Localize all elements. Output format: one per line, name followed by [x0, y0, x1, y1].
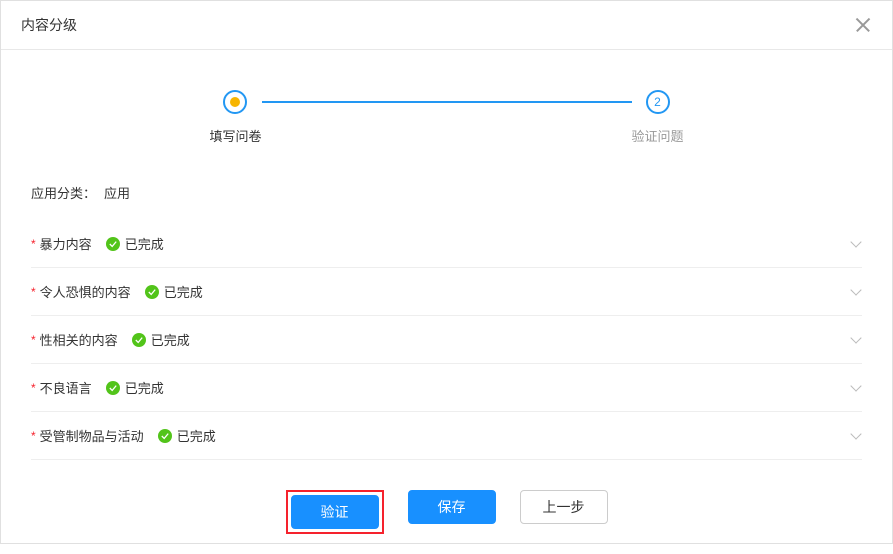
accordion-item-sexual[interactable]: * 性相关的内容 已完成 — [31, 316, 862, 364]
status-text: 已完成 — [125, 234, 164, 253]
chevron-down-icon — [850, 238, 862, 250]
step-1-circle — [223, 90, 247, 114]
status-badge: 已完成 — [106, 234, 164, 253]
footer: 验证 保存 上一步 — [1, 460, 892, 554]
save-button[interactable]: 保存 — [408, 490, 496, 524]
category-label: 应用分类： — [31, 186, 96, 201]
status-badge: 已完成 — [158, 426, 216, 445]
step-2-circle: 2 — [646, 90, 670, 114]
back-button[interactable]: 上一步 — [520, 490, 608, 524]
check-icon — [106, 381, 120, 395]
status-text: 已完成 — [125, 378, 164, 397]
chevron-down-icon — [850, 430, 862, 442]
check-icon — [145, 285, 159, 299]
close-icon[interactable] — [854, 16, 872, 34]
category-row: 应用分类： 应用 — [31, 175, 862, 220]
chevron-down-icon — [850, 334, 862, 346]
accordion-item-language[interactable]: * 不良语言 已完成 — [31, 364, 862, 412]
step-2-label: 验证问题 — [632, 126, 684, 145]
status-text: 已完成 — [164, 282, 203, 301]
chevron-down-icon — [850, 382, 862, 394]
required-star: * — [31, 333, 36, 347]
accordion-item-controlled[interactable]: * 受管制物品与活动 已完成 — [31, 412, 862, 460]
accordion-item-scary[interactable]: * 令人恐惧的内容 已完成 — [31, 268, 862, 316]
chevron-down-icon — [850, 286, 862, 298]
status-badge: 已完成 — [106, 378, 164, 397]
required-star: * — [31, 381, 36, 395]
verify-button[interactable]: 验证 — [291, 495, 379, 529]
stepper: 填写问卷 2 验证问题 — [1, 50, 892, 175]
step-1: 填写问卷 — [209, 90, 261, 145]
dialog-header: 内容分级 — [1, 1, 892, 50]
dialog-title: 内容分级 — [21, 15, 77, 35]
accordion-item-violence[interactable]: * 暴力内容 已完成 — [31, 220, 862, 268]
item-title: 不良语言 — [40, 378, 92, 397]
item-title: 令人恐惧的内容 — [40, 282, 131, 301]
check-icon — [158, 429, 172, 443]
step-1-label: 填写问卷 — [209, 126, 261, 145]
item-title: 受管制物品与活动 — [40, 426, 144, 445]
status-badge: 已完成 — [132, 330, 190, 349]
step-connector — [262, 101, 632, 103]
required-star: * — [31, 237, 36, 251]
status-text: 已完成 — [151, 330, 190, 349]
status-text: 已完成 — [177, 426, 216, 445]
step-2: 2 验证问题 — [632, 90, 684, 145]
status-badge: 已完成 — [145, 282, 203, 301]
required-star: * — [31, 429, 36, 443]
content-area: 应用分类： 应用 * 暴力内容 已完成 * 令人恐惧的内容 已完成 * 性相关的内… — [1, 175, 892, 460]
item-title: 暴力内容 — [40, 234, 92, 253]
item-title: 性相关的内容 — [40, 330, 118, 349]
highlight-box: 验证 — [286, 490, 384, 534]
required-star: * — [31, 285, 36, 299]
check-icon — [106, 237, 120, 251]
check-icon — [132, 333, 146, 347]
category-value: 应用 — [104, 186, 130, 201]
